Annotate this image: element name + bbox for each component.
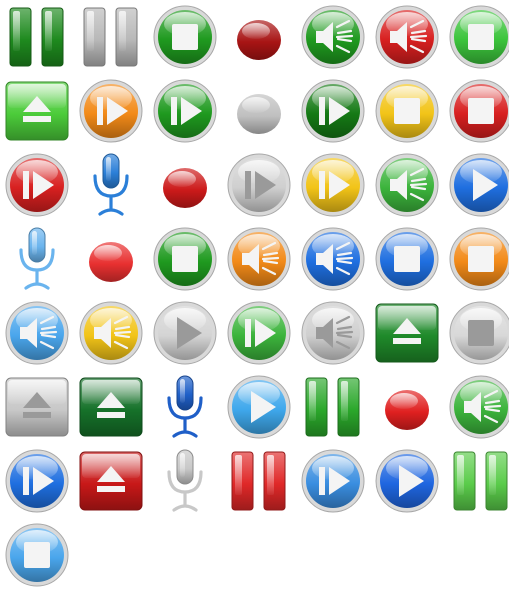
stop-icon-glyph: [468, 320, 494, 346]
play-icon[interactable]: [444, 148, 509, 222]
stop-icon-glyph: [468, 98, 494, 124]
volume-icon[interactable]: [222, 222, 296, 296]
volume-icon[interactable]: [74, 296, 148, 370]
eject-icon[interactable]: [370, 296, 444, 370]
volume-icon[interactable]: [296, 296, 370, 370]
eject-icon[interactable]: [0, 370, 74, 444]
pause-icon[interactable]: [296, 370, 370, 444]
pause-icon[interactable]: [74, 0, 148, 74]
stop-icon[interactable]: [370, 74, 444, 148]
icon-grid: [0, 0, 509, 587]
next-icon[interactable]: [296, 74, 370, 148]
microphone-icon[interactable]: [0, 222, 74, 296]
stop-icon[interactable]: [444, 0, 509, 74]
stop-icon[interactable]: [444, 222, 509, 296]
stop-icon[interactable]: [370, 222, 444, 296]
next-icon[interactable]: [222, 148, 296, 222]
record-icon[interactable]: [370, 370, 444, 444]
next-icon[interactable]: [74, 74, 148, 148]
stop-icon[interactable]: [148, 0, 222, 74]
play-icon[interactable]: [222, 370, 296, 444]
volume-icon[interactable]: [444, 370, 509, 444]
stop-icon[interactable]: [444, 296, 509, 370]
pause-icon[interactable]: [0, 0, 74, 74]
microphone-icon[interactable]: [148, 444, 222, 518]
stop-icon-glyph: [394, 246, 420, 272]
microphone-icon[interactable]: [148, 370, 222, 444]
stop-icon[interactable]: [148, 222, 222, 296]
next-icon[interactable]: [222, 296, 296, 370]
record-icon[interactable]: [222, 74, 296, 148]
next-icon[interactable]: [0, 444, 74, 518]
stop-icon[interactable]: [444, 74, 509, 148]
volume-icon[interactable]: [0, 296, 74, 370]
volume-icon[interactable]: [296, 222, 370, 296]
next-icon[interactable]: [296, 444, 370, 518]
stop-icon-glyph: [468, 24, 494, 50]
eject-icon[interactable]: [74, 370, 148, 444]
eject-icon[interactable]: [74, 444, 148, 518]
play-icon[interactable]: [148, 296, 222, 370]
record-icon[interactable]: [74, 222, 148, 296]
stop-icon-glyph: [172, 246, 198, 272]
next-icon[interactable]: [0, 148, 74, 222]
pause-icon[interactable]: [444, 444, 509, 518]
play-icon[interactable]: [370, 444, 444, 518]
volume-icon[interactable]: [370, 0, 444, 74]
microphone-icon[interactable]: [74, 148, 148, 222]
stop-icon-glyph: [24, 542, 50, 568]
next-icon[interactable]: [296, 148, 370, 222]
stop-icon-glyph: [394, 98, 420, 124]
volume-icon[interactable]: [296, 0, 370, 74]
record-icon[interactable]: [222, 0, 296, 74]
record-icon[interactable]: [148, 148, 222, 222]
stop-icon[interactable]: [0, 518, 74, 592]
stop-icon-glyph: [468, 246, 494, 272]
volume-icon[interactable]: [370, 148, 444, 222]
stop-icon-glyph: [172, 24, 198, 50]
eject-icon[interactable]: [0, 74, 74, 148]
pause-icon[interactable]: [222, 444, 296, 518]
next-icon[interactable]: [148, 74, 222, 148]
